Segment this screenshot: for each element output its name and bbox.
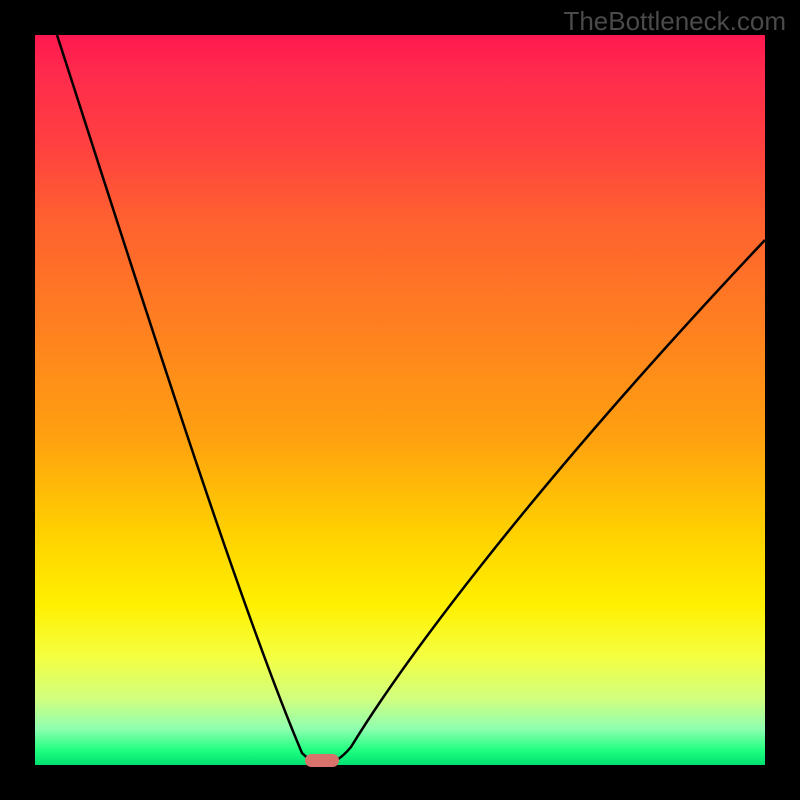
optimal-marker [305,754,339,767]
chart-plot-area [35,35,765,765]
watermark-text: TheBottleneck.com [563,6,786,37]
bottleneck-curve [35,35,765,765]
curve-path [57,35,765,764]
